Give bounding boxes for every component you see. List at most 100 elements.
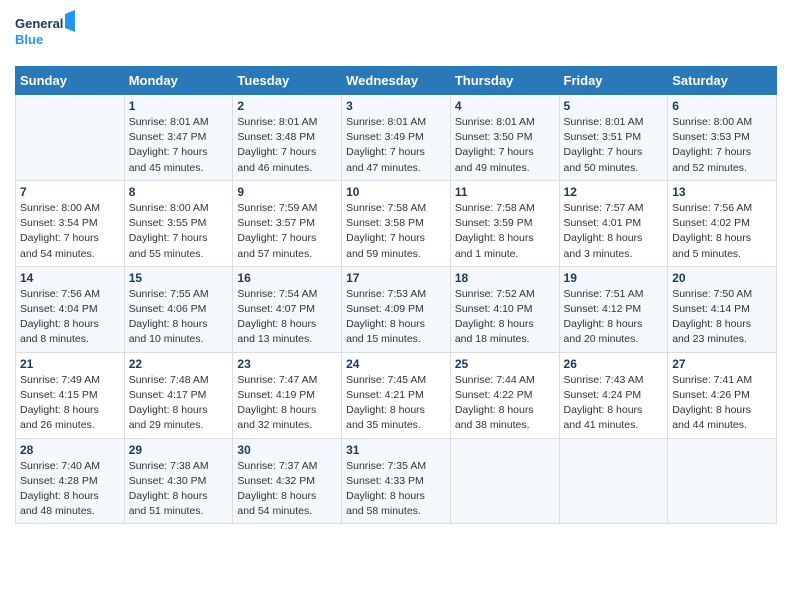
cell-content: Sunrise: 7:58 AMSunset: 3:58 PMDaylight:…: [346, 201, 446, 262]
day-number: 3: [346, 99, 446, 113]
cell-content: Sunrise: 7:56 AMSunset: 4:02 PMDaylight:…: [672, 201, 772, 262]
day-number: 26: [564, 357, 664, 371]
week-row-2: 7 Sunrise: 8:00 AMSunset: 3:54 PMDaylight…: [16, 180, 777, 266]
calendar-cell: 26 Sunrise: 7:43 AMSunset: 4:24 PMDayligh…: [559, 352, 668, 438]
calendar-cell: 4 Sunrise: 8:01 AMSunset: 3:50 PMDaylight…: [450, 95, 559, 181]
week-row-3: 14 Sunrise: 7:56 AMSunset: 4:04 PMDayligh…: [16, 266, 777, 352]
cell-content: Sunrise: 7:48 AMSunset: 4:17 PMDaylight:…: [129, 373, 229, 434]
calendar-cell: 7 Sunrise: 8:00 AMSunset: 3:54 PMDaylight…: [16, 180, 125, 266]
header-day-thursday: Thursday: [450, 67, 559, 95]
calendar-body: 1 Sunrise: 8:01 AMSunset: 3:47 PMDaylight…: [16, 95, 777, 524]
day-number: 28: [20, 443, 120, 457]
week-row-5: 28Sunrise: 7:40 AMSunset: 4:28 PMDayligh…: [16, 438, 777, 524]
calendar-cell: 30 Sunrise: 7:37 AMSunset: 4:32 PMDayligh…: [233, 438, 342, 524]
calendar-cell: 13Sunrise: 7:56 AMSunset: 4:02 PMDayligh…: [668, 180, 777, 266]
cell-content: Sunrise: 7:54 AMSunset: 4:07 PMDaylight:…: [237, 287, 337, 348]
day-number: 7: [20, 185, 120, 199]
day-number: 31: [346, 443, 446, 457]
day-number: 27: [672, 357, 772, 371]
calendar-cell: 31 Sunrise: 7:35 AMSunset: 4:33 PMDayligh…: [342, 438, 451, 524]
calendar-cell: 1 Sunrise: 8:01 AMSunset: 3:47 PMDaylight…: [124, 95, 233, 181]
calendar-cell: 9 Sunrise: 7:59 AMSunset: 3:57 PMDaylight…: [233, 180, 342, 266]
cell-content: Sunrise: 7:38 AMSunset: 4:30 PMDaylight:…: [129, 459, 229, 520]
cell-content: Sunrise: 7:41 AMSunset: 4:26 PMDaylight:…: [672, 373, 772, 434]
cell-content: Sunrise: 7:35 AMSunset: 4:33 PMDaylight:…: [346, 459, 446, 520]
cell-content: Sunrise: 7:50 AMSunset: 4:14 PMDaylight:…: [672, 287, 772, 348]
day-number: 12: [564, 185, 664, 199]
cell-content: Sunrise: 7:49 AMSunset: 4:15 PMDaylight:…: [20, 373, 120, 434]
day-number: 8: [129, 185, 229, 199]
logo: General Blue: [15, 10, 75, 58]
cell-content: Sunrise: 7:45 AMSunset: 4:21 PMDaylight:…: [346, 373, 446, 434]
day-number: 9: [237, 185, 337, 199]
day-number: 24: [346, 357, 446, 371]
cell-content: Sunrise: 7:43 AMSunset: 4:24 PMDaylight:…: [564, 373, 664, 434]
calendar-cell: 2 Sunrise: 8:01 AMSunset: 3:48 PMDaylight…: [233, 95, 342, 181]
week-row-4: 21 Sunrise: 7:49 AMSunset: 4:15 PMDayligh…: [16, 352, 777, 438]
page-header: General Blue: [15, 10, 777, 58]
cell-content: Sunrise: 8:00 AMSunset: 3:53 PMDaylight:…: [672, 115, 772, 176]
day-number: 14: [20, 271, 120, 285]
svg-text:General: General: [15, 16, 63, 31]
header-day-wednesday: Wednesday: [342, 67, 451, 95]
day-number: 15: [129, 271, 229, 285]
day-number: 21: [20, 357, 120, 371]
cell-content: Sunrise: 7:55 AMSunset: 4:06 PMDaylight:…: [129, 287, 229, 348]
calendar-cell: 6 Sunrise: 8:00 AMSunset: 3:53 PMDaylight…: [668, 95, 777, 181]
calendar-cell: 5Sunrise: 8:01 AMSunset: 3:51 PMDaylight…: [559, 95, 668, 181]
calendar-cell: [559, 438, 668, 524]
cell-content: Sunrise: 7:59 AMSunset: 3:57 PMDaylight:…: [237, 201, 337, 262]
day-number: 5: [564, 99, 664, 113]
day-number: 10: [346, 185, 446, 199]
calendar-cell: 23 Sunrise: 7:47 AMSunset: 4:19 PMDayligh…: [233, 352, 342, 438]
cell-content: Sunrise: 7:37 AMSunset: 4:32 PMDaylight:…: [237, 459, 337, 520]
header-day-saturday: Saturday: [668, 67, 777, 95]
calendar-cell: 17Sunrise: 7:53 AMSunset: 4:09 PMDayligh…: [342, 266, 451, 352]
day-number: 4: [455, 99, 555, 113]
cell-content: Sunrise: 7:57 AMSunset: 4:01 PMDaylight:…: [564, 201, 664, 262]
cell-content: Sunrise: 8:01 AMSunset: 3:49 PMDaylight:…: [346, 115, 446, 176]
calendar-cell: [450, 438, 559, 524]
calendar-table: SundayMondayTuesdayWednesdayThursdayFrid…: [15, 66, 777, 524]
cell-content: Sunrise: 8:01 AMSunset: 3:48 PMDaylight:…: [237, 115, 337, 176]
day-number: 20: [672, 271, 772, 285]
calendar-cell: 14 Sunrise: 7:56 AMSunset: 4:04 PMDayligh…: [16, 266, 125, 352]
calendar-cell: 10 Sunrise: 7:58 AMSunset: 3:58 PMDayligh…: [342, 180, 451, 266]
cell-content: Sunrise: 7:58 AMSunset: 3:59 PMDaylight:…: [455, 201, 555, 262]
calendar-cell: 11 Sunrise: 7:58 AMSunset: 3:59 PMDayligh…: [450, 180, 559, 266]
day-number: 6: [672, 99, 772, 113]
day-number: 11: [455, 185, 555, 199]
calendar-header: SundayMondayTuesdayWednesdayThursdayFrid…: [16, 67, 777, 95]
calendar-cell: 24 Sunrise: 7:45 AMSunset: 4:21 PMDayligh…: [342, 352, 451, 438]
day-number: 23: [237, 357, 337, 371]
day-number: 16: [237, 271, 337, 285]
day-number: 29: [129, 443, 229, 457]
header-day-monday: Monday: [124, 67, 233, 95]
day-number: 30: [237, 443, 337, 457]
header-day-sunday: Sunday: [16, 67, 125, 95]
cell-content: Sunrise: 8:00 AMSunset: 3:55 PMDaylight:…: [129, 201, 229, 262]
calendar-cell: 8 Sunrise: 8:00 AMSunset: 3:55 PMDaylight…: [124, 180, 233, 266]
week-row-1: 1 Sunrise: 8:01 AMSunset: 3:47 PMDaylight…: [16, 95, 777, 181]
calendar-cell: 20 Sunrise: 7:50 AMSunset: 4:14 PMDayligh…: [668, 266, 777, 352]
header-row: SundayMondayTuesdayWednesdayThursdayFrid…: [16, 67, 777, 95]
cell-content: Sunrise: 7:56 AMSunset: 4:04 PMDaylight:…: [20, 287, 120, 348]
day-number: 2: [237, 99, 337, 113]
cell-content: Sunrise: 8:01 AMSunset: 3:47 PMDaylight:…: [129, 115, 229, 176]
cell-content: Sunrise: 7:47 AMSunset: 4:19 PMDaylight:…: [237, 373, 337, 434]
calendar-cell: 12 Sunrise: 7:57 AMSunset: 4:01 PMDayligh…: [559, 180, 668, 266]
cell-content: Sunrise: 8:00 AMSunset: 3:54 PMDaylight:…: [20, 201, 120, 262]
day-number: 1: [129, 99, 229, 113]
calendar-cell: 29 Sunrise: 7:38 AMSunset: 4:30 PMDayligh…: [124, 438, 233, 524]
calendar-cell: 3 Sunrise: 8:01 AMSunset: 3:49 PMDaylight…: [342, 95, 451, 181]
logo-svg: General Blue: [15, 10, 75, 58]
day-number: 22: [129, 357, 229, 371]
calendar-cell: 15 Sunrise: 7:55 AMSunset: 4:06 PMDayligh…: [124, 266, 233, 352]
calendar-cell: 19Sunrise: 7:51 AMSunset: 4:12 PMDayligh…: [559, 266, 668, 352]
calendar-cell: 25Sunrise: 7:44 AMSunset: 4:22 PMDayligh…: [450, 352, 559, 438]
cell-content: Sunrise: 8:01 AMSunset: 3:50 PMDaylight:…: [455, 115, 555, 176]
calendar-cell: [16, 95, 125, 181]
calendar-cell: 18Sunrise: 7:52 AMSunset: 4:10 PMDayligh…: [450, 266, 559, 352]
cell-content: Sunrise: 7:53 AMSunset: 4:09 PMDaylight:…: [346, 287, 446, 348]
header-day-tuesday: Tuesday: [233, 67, 342, 95]
